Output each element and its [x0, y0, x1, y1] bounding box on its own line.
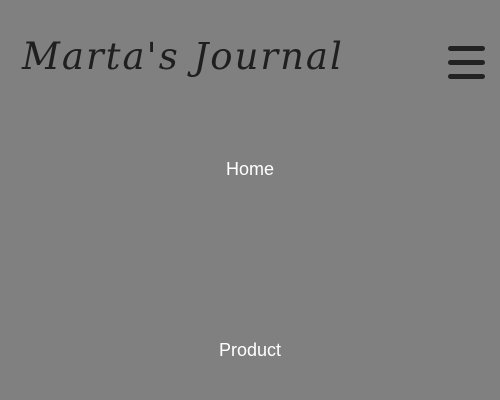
menu-bar-top [448, 46, 485, 51]
menu-bar-middle [448, 60, 485, 65]
site-logo-title[interactable]: Marta's Journal [22, 38, 344, 75]
hamburger-menu-icon[interactable] [448, 46, 485, 80]
menu-bar-bottom [448, 74, 485, 79]
nav-link-home[interactable]: Home [0, 158, 500, 180]
nav-link-product[interactable]: Product [0, 339, 500, 361]
